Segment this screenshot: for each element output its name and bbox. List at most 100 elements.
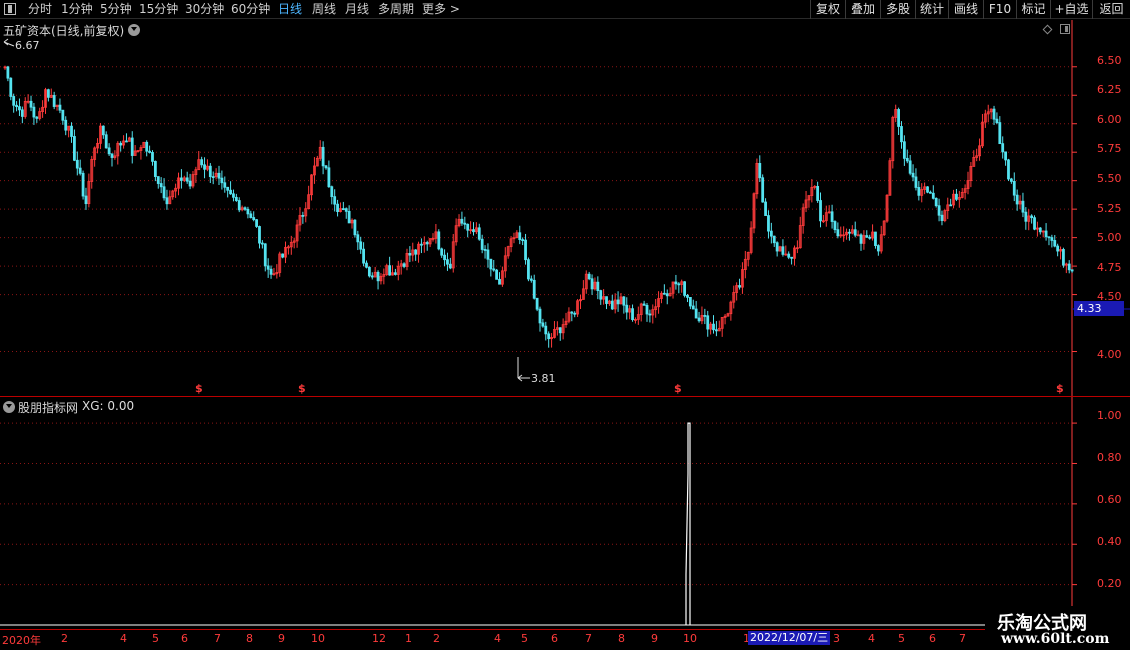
candle-body xyxy=(162,186,166,199)
candle-body xyxy=(1001,143,1005,153)
overlay-button[interactable]: 叠加 xyxy=(845,0,880,19)
candle-body xyxy=(110,153,114,158)
candle-body xyxy=(237,200,241,211)
draw-line-button[interactable]: 画线 xyxy=(948,0,983,19)
multi-stock-button[interactable]: 多股 xyxy=(880,0,915,19)
back-button[interactable]: 返回 xyxy=(1092,0,1130,19)
candle-body xyxy=(20,109,24,117)
period-monthly[interactable]: 月线 xyxy=(345,2,369,16)
period-60min[interactable]: 60分钟 xyxy=(231,2,270,16)
y-tick: 6.00 xyxy=(1097,113,1122,126)
date-tick: 4 xyxy=(494,632,501,645)
candle-body xyxy=(535,297,539,310)
candle-body xyxy=(73,136,76,161)
date-tick: 10 xyxy=(683,632,697,645)
candle-body xyxy=(674,281,678,285)
candle-body xyxy=(370,275,374,278)
period-15min[interactable]: 15分钟 xyxy=(139,2,178,16)
add-watchlist-button[interactable]: +自选 xyxy=(1050,0,1092,19)
candle-body xyxy=(697,317,701,322)
candle-body xyxy=(764,201,767,216)
candle-body xyxy=(874,231,877,246)
low-marker-label: 3.81 xyxy=(531,372,556,385)
candle-body xyxy=(263,243,267,267)
candle-body xyxy=(52,95,56,107)
candle-body xyxy=(367,266,371,277)
date-axis: 2020年 2 4 5 6 7 8 9 10 12 1 2 4 5 6 7 8 … xyxy=(0,629,1130,650)
candle-body xyxy=(816,185,820,201)
candle-body xyxy=(529,278,533,281)
candle-body xyxy=(58,104,62,111)
y-tick: 5.00 xyxy=(1097,231,1122,244)
period-30min[interactable]: 30分钟 xyxy=(185,2,224,16)
period-5min[interactable]: 5分钟 xyxy=(100,2,132,16)
period-weekly[interactable]: 周线 xyxy=(312,2,336,16)
signal-marker: $ xyxy=(298,382,306,395)
candle-body xyxy=(84,195,88,205)
y-tick: 6.25 xyxy=(1097,83,1122,96)
candle-body xyxy=(159,183,163,188)
candle-body xyxy=(937,205,941,216)
candle-body xyxy=(929,191,932,194)
candle-body xyxy=(226,186,230,191)
stats-button[interactable]: 统计 xyxy=(915,0,948,19)
candle-body xyxy=(694,308,698,319)
candle-body xyxy=(217,172,221,179)
candle-body xyxy=(995,118,999,124)
candle-body xyxy=(388,265,392,276)
adjust-button[interactable]: 复权 xyxy=(810,0,845,19)
candle-body xyxy=(425,242,429,245)
candle-body xyxy=(165,197,169,205)
date-tick: 5 xyxy=(521,632,528,645)
candle-body xyxy=(587,273,591,280)
candle-body xyxy=(321,146,325,167)
price-chart-panel[interactable]: 五矿资本(日线,前复权) 6.50 6.25 6.00 5.75 5.50 5.… xyxy=(0,20,1130,396)
candle-body xyxy=(706,315,710,330)
candle-body xyxy=(301,215,305,217)
candle-body xyxy=(738,285,741,288)
indicator-spike xyxy=(685,422,691,625)
panel-toggle-icon[interactable] xyxy=(4,3,16,15)
date-tick: 10 xyxy=(311,632,325,645)
candle-body xyxy=(622,296,626,306)
candle-body xyxy=(35,116,39,119)
y-tick: 4.75 xyxy=(1097,261,1122,274)
candle-body xyxy=(200,159,204,166)
f10-button[interactable]: F10 xyxy=(983,0,1016,19)
candle-body xyxy=(573,312,577,315)
period-intraday[interactable]: 分时 xyxy=(28,2,52,16)
candle-body xyxy=(833,221,837,231)
period-1min[interactable]: 1分钟 xyxy=(61,2,93,16)
candle-body xyxy=(472,229,475,233)
candle-body xyxy=(902,141,906,159)
period-multi[interactable]: 多周期 xyxy=(378,2,414,16)
candle-body xyxy=(15,104,18,108)
candle-body xyxy=(281,253,285,258)
y-tick: 0.40 xyxy=(1097,535,1122,548)
candle-body xyxy=(521,239,525,242)
candle-body xyxy=(362,248,365,264)
candle-body xyxy=(686,294,689,298)
candle-body xyxy=(188,180,192,187)
candle-body xyxy=(662,292,666,295)
candle-body xyxy=(258,226,261,244)
candle-body xyxy=(616,299,620,305)
candle-body xyxy=(130,137,134,156)
candle-body xyxy=(104,134,108,149)
y-tick: 0.80 xyxy=(1097,451,1122,464)
period-daily[interactable]: 日线 xyxy=(278,2,302,16)
candle-body xyxy=(625,304,629,313)
candle-body xyxy=(998,122,1002,145)
candle-body xyxy=(790,256,793,259)
candle-body xyxy=(853,229,857,236)
period-more[interactable]: 更多 > xyxy=(422,2,460,16)
candle-body xyxy=(859,234,863,244)
mark-button[interactable]: 标记 xyxy=(1016,0,1050,19)
candle-body xyxy=(1062,249,1065,266)
candle-body xyxy=(185,177,189,182)
indicator-panel[interactable]: 股朋指标网 XG: 0.00 1.00 0.80 0.60 0.40 0.20 xyxy=(0,397,1130,629)
candle-body xyxy=(848,231,851,234)
date-tick: 6 xyxy=(181,632,188,645)
signal-marker: $ xyxy=(674,382,682,395)
candle-body xyxy=(477,227,481,240)
